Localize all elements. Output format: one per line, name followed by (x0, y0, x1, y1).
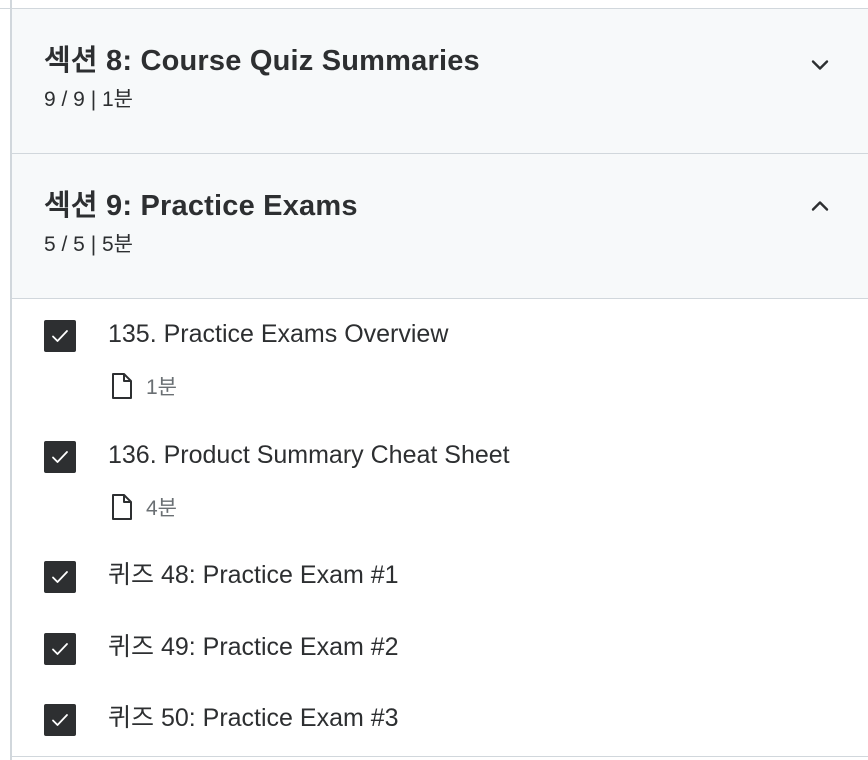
lecture-title[interactable]: 135. Practice Exams Overview (108, 317, 448, 351)
quiz-title[interactable]: 퀴즈 49: Practice Exam #2 (108, 630, 399, 664)
lecture-meta: 4분 (110, 492, 177, 522)
section-divider (12, 756, 868, 757)
completed-checkbox[interactable] (44, 320, 76, 352)
lecture-duration: 1분 (146, 376, 177, 399)
document-icon (112, 494, 132, 520)
lecture-title[interactable]: 136. Product Summary Cheat Sheet (108, 438, 510, 472)
left-tick (0, 8, 10, 9)
checkmark-icon (52, 714, 68, 726)
chevron-down-icon[interactable] (808, 53, 832, 77)
quiz-title[interactable]: 퀴즈 50: Practice Exam #3 (108, 701, 399, 735)
section-8-header[interactable]: 섹션 8: Course Quiz Summaries 9 / 9 | 1분 (12, 8, 868, 154)
completed-checkbox[interactable] (44, 633, 76, 665)
course-content-panel: 섹션 8: Course Quiz Summaries 9 / 9 | 1분 섹… (0, 0, 868, 760)
section-8-progress: 9 / 9 | 1분 (44, 88, 133, 111)
section-8-title: 섹션 8: Course Quiz Summaries (44, 45, 480, 77)
chevron-up-icon[interactable] (808, 194, 832, 218)
lecture-meta: 1분 (110, 371, 177, 401)
quiz-title[interactable]: 퀴즈 48: Practice Exam #1 (108, 558, 399, 592)
curriculum-sidebar: 섹션 8: Course Quiz Summaries 9 / 9 | 1분 섹… (12, 0, 868, 760)
lecture-duration: 4분 (146, 497, 177, 520)
document-icon (112, 373, 132, 399)
checkmark-icon (52, 330, 68, 342)
completed-checkbox[interactable] (44, 704, 76, 736)
checkmark-icon (52, 451, 68, 463)
section-9-progress: 5 / 5 | 5분 (44, 233, 133, 256)
completed-checkbox[interactable] (44, 441, 76, 473)
completed-checkbox[interactable] (44, 561, 76, 593)
checkmark-icon (52, 571, 68, 583)
section-9-header[interactable]: 섹션 9: Practice Exams 5 / 5 | 5분 (12, 154, 868, 299)
checkmark-icon (52, 643, 68, 655)
section-9-title: 섹션 9: Practice Exams (44, 190, 358, 222)
